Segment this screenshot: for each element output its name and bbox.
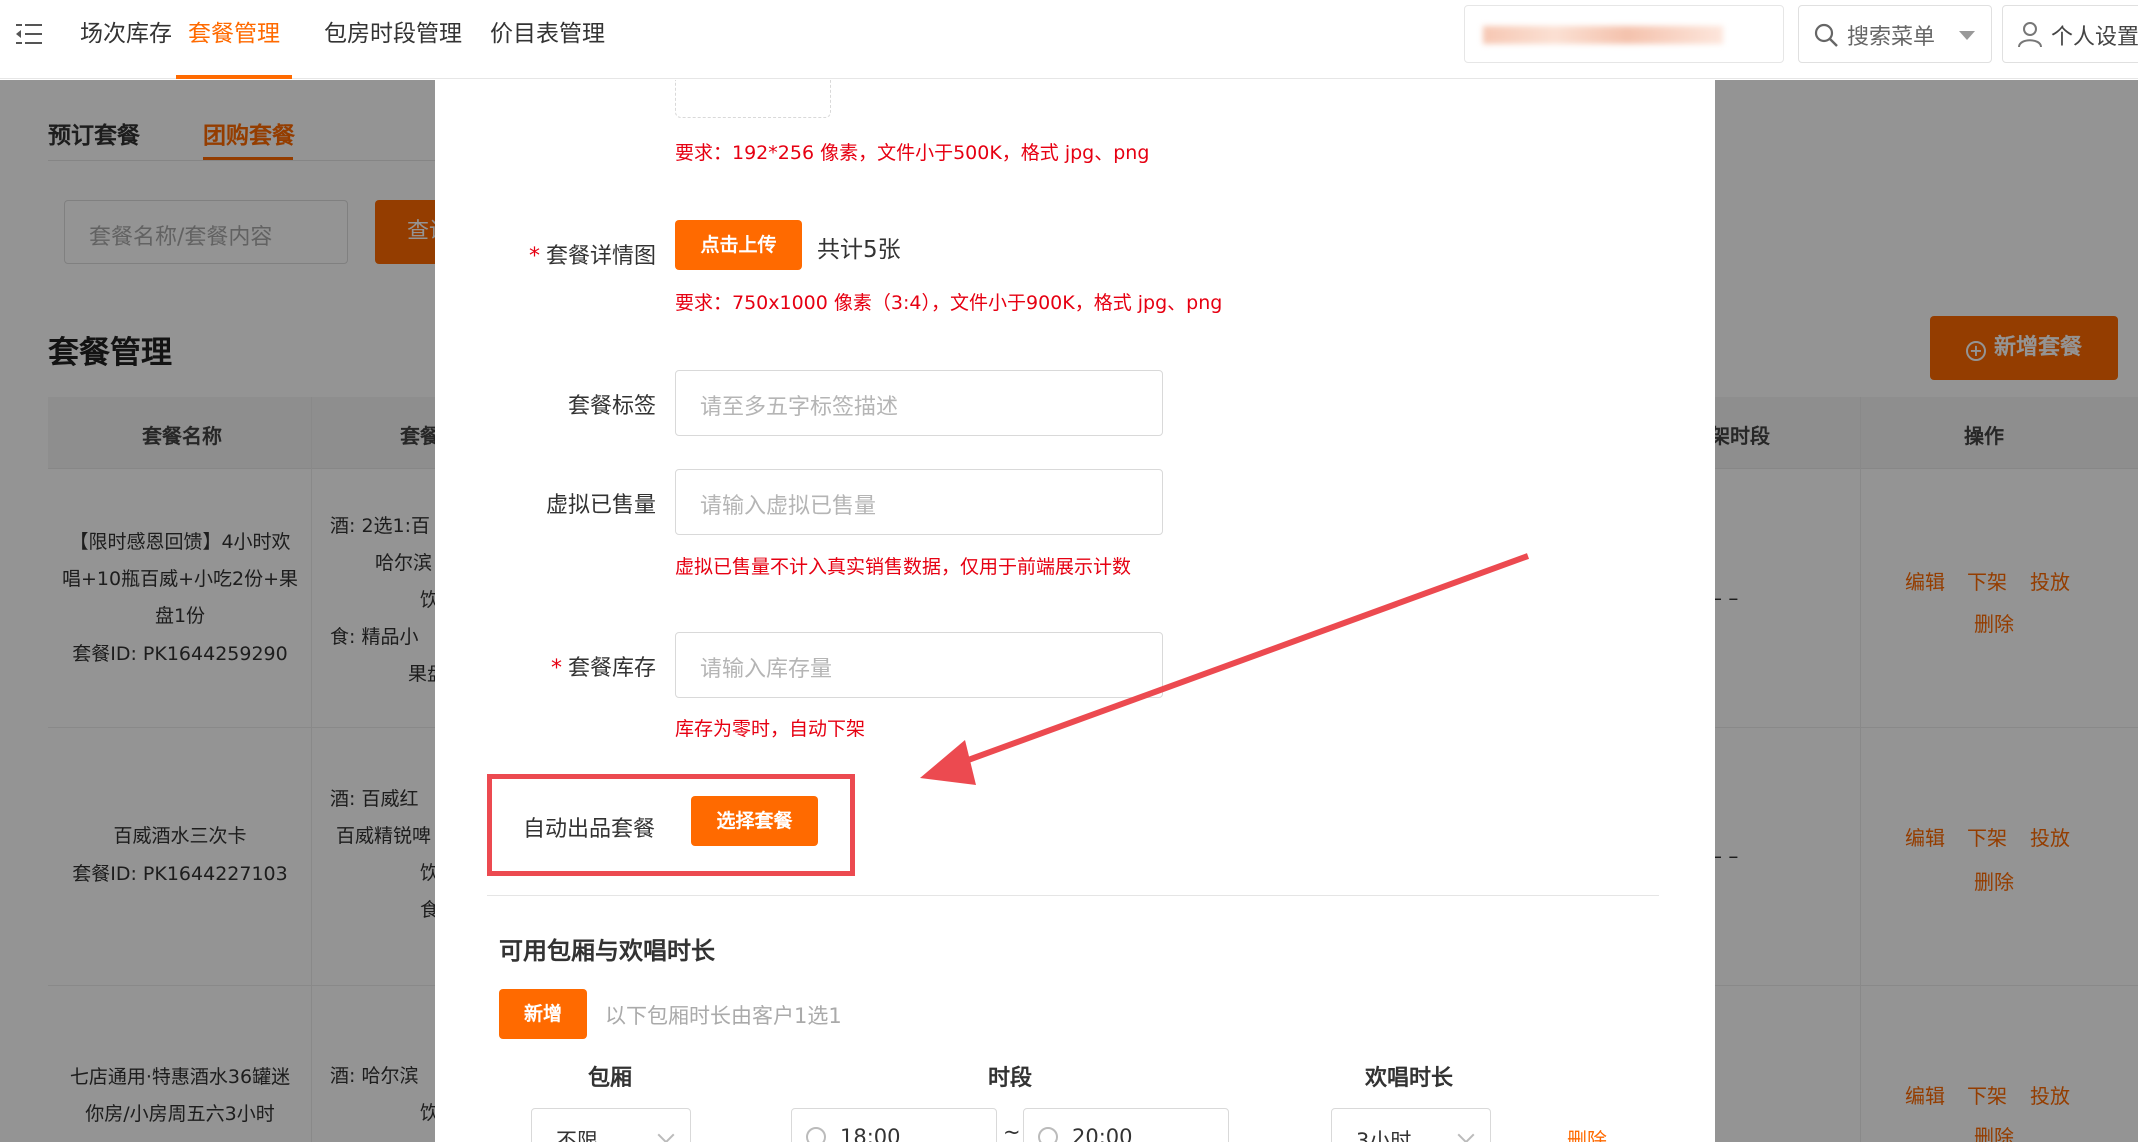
end-time-picker[interactable]: 20:00: [1023, 1108, 1229, 1142]
user-icon: [2018, 22, 2042, 48]
col-header-room: 包厢: [588, 1066, 633, 1091]
room-duration-section-title: 可用包厢与欢唱时长: [499, 937, 715, 965]
virtual-sold-hint: 虚拟已售量不计入真实销售数据，仅用于前端展示计数: [675, 556, 1132, 578]
topnav-session-inventory[interactable]: 场次库存: [80, 0, 172, 79]
chevron-down-icon: [657, 1126, 675, 1142]
section-divider: [487, 895, 1659, 896]
start-time-picker[interactable]: 18:00: [791, 1108, 997, 1142]
end-time-value: 20:00: [1072, 1125, 1133, 1142]
select-package-button[interactable]: 选择套餐: [691, 796, 818, 846]
delete-room-row-link[interactable]: 删除: [1567, 1124, 1607, 1142]
stock-placeholder: 请输入库存量: [700, 657, 833, 682]
detail-image-hint: 要求：750x1000 像素（3:4），文件小于900K，格式 jpg、png: [675, 292, 1223, 314]
virtual-sold-input[interactable]: 请输入虚拟已售量: [675, 469, 1163, 535]
col-header-period: 时段: [988, 1066, 1033, 1091]
detail-image-label: * 套餐详情图: [435, 238, 656, 270]
cover-image-hint: 要求：192*256 像素，文件小于500K，格式 jpg、png: [675, 142, 1150, 164]
topnav-price-list-management[interactable]: 价目表管理: [490, 0, 605, 79]
required-mark: *: [550, 656, 562, 681]
user-settings-button[interactable]: 个人设置: [2002, 5, 2138, 63]
top-navbar: 场次库存 套餐管理 包房时段管理 价目表管理 搜索菜单 个人设置: [0, 0, 2138, 79]
stock-label-text: 套餐库存: [567, 656, 656, 681]
user-settings-label: 个人设置: [2051, 25, 2138, 50]
topnav-package-management[interactable]: 套餐管理: [176, 0, 292, 79]
tag-input[interactable]: 请至多五字标签描述: [675, 370, 1163, 436]
menu-search-select[interactable]: 搜索菜单: [1798, 5, 1992, 63]
virtual-sold-label: 虚拟已售量: [545, 493, 656, 518]
store-selector[interactable]: [1464, 5, 1784, 63]
tag-placeholder: 请至多五字标签描述: [700, 395, 899, 420]
room-choice-note: 以下包厢时长由客户1选1: [605, 1004, 842, 1028]
stock-hint: 库存为零时，自动下架: [675, 718, 866, 740]
topnav-room-period-management[interactable]: 包房时段管理: [324, 0, 462, 79]
duration-select-value: 3小时: [1356, 1129, 1412, 1142]
add-room-button[interactable]: 新增: [499, 989, 587, 1039]
duration-select[interactable]: 3小时: [1331, 1108, 1491, 1142]
detail-image-count: 共计5张: [817, 237, 901, 263]
chevron-down-icon: [1959, 31, 1975, 40]
clock-icon: [1038, 1127, 1058, 1142]
col-header-duration: 欢唱时长: [1365, 1066, 1454, 1091]
redacted-text: [1483, 26, 1723, 44]
clock-icon: [806, 1127, 826, 1142]
time-range-separator: ~: [1003, 1120, 1021, 1142]
stock-label: * 套餐库存: [435, 650, 656, 682]
room-select-value: 不限: [556, 1129, 598, 1142]
auto-output-label: 自动出品套餐: [523, 817, 656, 842]
search-icon: [1814, 23, 1838, 47]
menu-collapse-icon[interactable]: [16, 22, 42, 46]
menu-search-label: 搜索菜单: [1847, 25, 1936, 50]
stock-input[interactable]: 请输入库存量: [675, 632, 1163, 698]
room-select[interactable]: 不限: [531, 1108, 691, 1142]
virtual-sold-placeholder: 请输入虚拟已售量: [700, 494, 877, 519]
upload-detail-button[interactable]: 点击上传: [675, 220, 802, 270]
detail-image-label-text: 套餐详情图: [545, 244, 656, 269]
tag-label: 套餐标签: [567, 394, 656, 419]
start-time-value: 18:00: [840, 1125, 901, 1142]
cover-image-upload[interactable]: [675, 80, 831, 118]
required-mark: *: [528, 244, 540, 269]
chevron-down-icon: [1457, 1126, 1475, 1142]
package-edit-modal: 要求：192*256 像素，文件小于500K，格式 jpg、png * 套餐详情图…: [435, 80, 1715, 1142]
